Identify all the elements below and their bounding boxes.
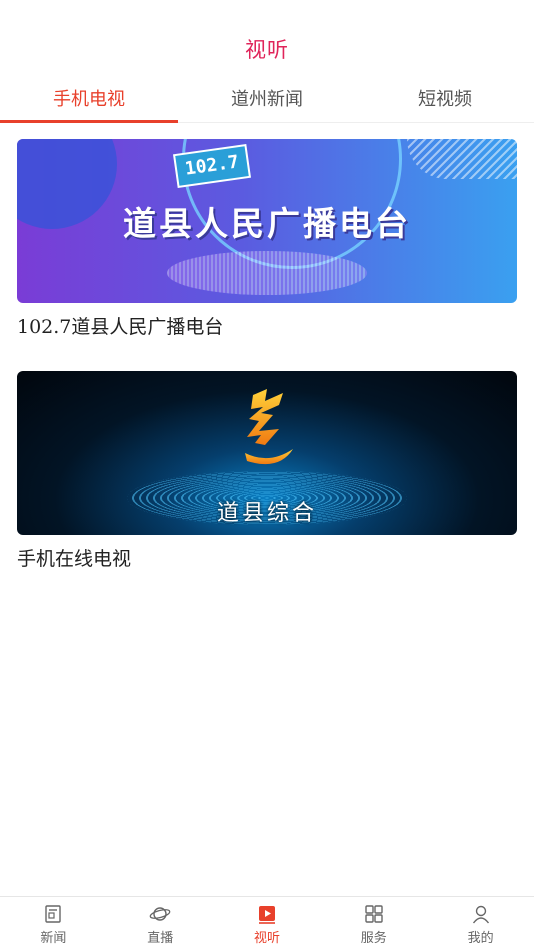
- tab-bar: 手机电视 道州新闻 短视频: [0, 80, 534, 123]
- radio-card[interactable]: 102.7 道县人民广播电台 102.7道县人民广播电台: [17, 139, 517, 339]
- tab-mobile-tv[interactable]: 手机电视: [0, 80, 178, 123]
- nav-video[interactable]: 视听: [214, 897, 321, 950]
- live-icon: [149, 907, 171, 921]
- decor-stripes: [407, 139, 517, 179]
- tv-thumbnail[interactable]: 道县综合: [17, 371, 517, 535]
- nav-label: 我的: [467, 931, 494, 946]
- decor-stage: [167, 251, 367, 295]
- card-caption[interactable]: 手机在线电视: [17, 544, 517, 571]
- tab-daozhou-news[interactable]: 道州新闻: [178, 80, 356, 122]
- thumbnail-title: 道县综合: [216, 501, 317, 526]
- nav-news[interactable]: 新闻: [0, 897, 107, 950]
- nav-label: 新闻: [40, 931, 67, 946]
- user-icon: [472, 905, 489, 924]
- app-screen: 视听 手机电视 道州新闻 短视频 102.7 道县人民广播电台 102.7道县人…: [0, 0, 534, 950]
- thumbnail-title: 道县人民广播电台: [123, 204, 411, 243]
- news-icon: [45, 905, 62, 923]
- card-caption[interactable]: 102.7道县人民广播电台: [17, 312, 517, 339]
- header: 视听: [0, 0, 534, 78]
- nav-service[interactable]: 服务: [320, 897, 427, 950]
- video-icon: [258, 906, 275, 924]
- bottom-nav: 新闻 直播 视听 服务 我的: [0, 896, 534, 950]
- radio-thumbnail[interactable]: 102.7 道县人民广播电台: [17, 139, 517, 303]
- nav-label: 视听: [253, 931, 280, 946]
- tv-card[interactable]: 道县综合 手机在线电视: [17, 371, 517, 571]
- nav-live[interactable]: 直播: [107, 897, 214, 950]
- nav-label: 直播: [147, 931, 174, 946]
- channel-logo-icon: [245, 389, 293, 465]
- grid-icon: [365, 905, 383, 923]
- nav-mine[interactable]: 我的: [427, 897, 534, 950]
- tab-short-video[interactable]: 短视频: [356, 80, 534, 122]
- nav-label: 服务: [360, 931, 387, 946]
- page-title: 视听: [245, 38, 289, 62]
